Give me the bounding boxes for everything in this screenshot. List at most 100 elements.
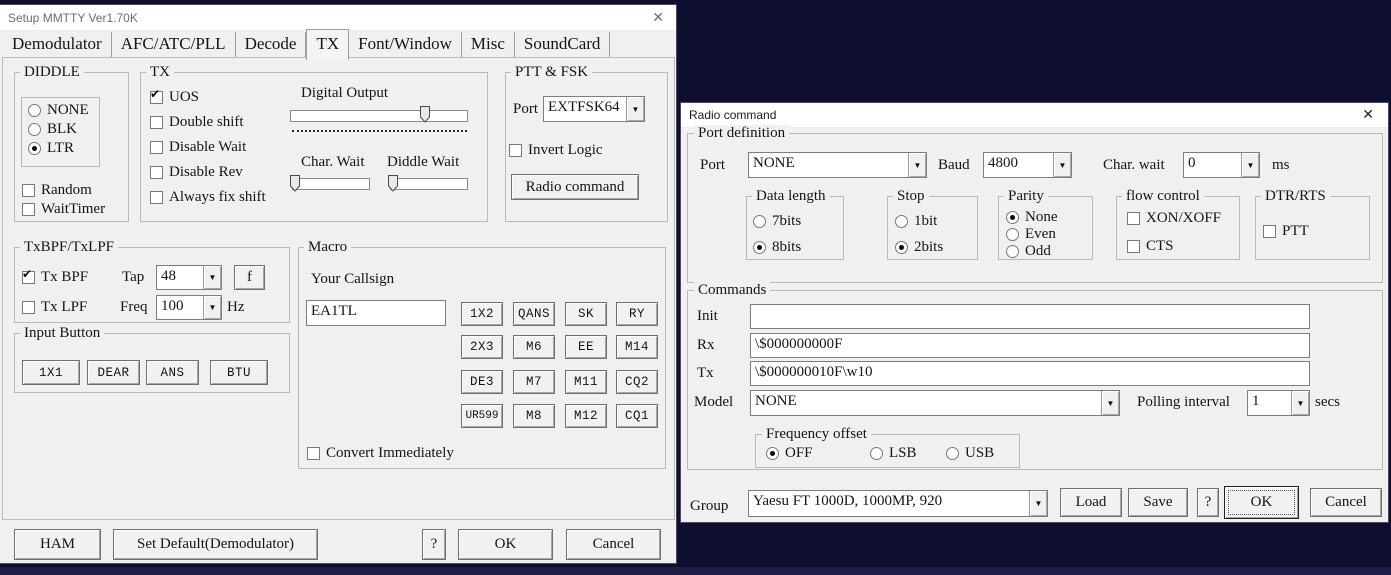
disable-rev-option[interactable]: Disable Rev — [150, 164, 243, 181]
group-combo[interactable]: Yaesu FT 1000D, 1000MP, 920 ▼ — [748, 490, 1048, 517]
macro-cq1-button[interactable]: CQ1 — [616, 404, 658, 428]
radio-help-button[interactable]: ? — [1197, 488, 1219, 517]
digital-output-slider-thumb[interactable] — [420, 106, 430, 123]
macro-m12-button[interactable]: M12 — [565, 404, 607, 428]
char-wait-slider-thumb[interactable] — [290, 175, 300, 192]
macro-dear-button[interactable]: DEAR — [87, 360, 140, 385]
stop-1bit-radio[interactable] — [895, 215, 908, 228]
waittimer-checkbox[interactable] — [22, 203, 35, 216]
dropdown-arrow-icon[interactable]: ▼ — [1101, 391, 1119, 415]
tx-lpf-option[interactable]: Tx LPF — [22, 299, 87, 316]
macro-m14-button[interactable]: M14 — [616, 335, 658, 359]
char-wait-combo[interactable]: 0 ▼ — [1183, 152, 1260, 178]
macro-cq2-button[interactable]: CQ2 — [616, 370, 658, 394]
fsk-port-combo[interactable]: EXTFSK64 ▼ — [543, 96, 645, 122]
macro-btu-button[interactable]: BTU — [210, 360, 268, 385]
radio-command-button[interactable]: Radio command — [511, 174, 639, 200]
dropdown-arrow-icon[interactable]: ▼ — [1029, 491, 1047, 516]
parity-odd-option[interactable]: Odd — [1006, 243, 1051, 260]
invert-logic-option[interactable]: Invert Logic — [509, 142, 603, 159]
data-length-8bits-option[interactable]: 8bits — [753, 239, 801, 256]
diddle-none-radio[interactable] — [28, 104, 41, 117]
disable-wait-checkbox[interactable] — [150, 141, 163, 154]
radio-cancel-button[interactable]: Cancel — [1310, 488, 1382, 517]
tab-afc-atc-pll[interactable]: AFC/ATC/PLL — [112, 32, 236, 58]
ptt-option[interactable]: PTT — [1263, 223, 1309, 240]
data-length-7bits-option[interactable]: 7bits — [753, 213, 801, 230]
random-option[interactable]: Random — [22, 182, 92, 199]
digital-output-slider[interactable] — [290, 110, 468, 122]
tab-decode[interactable]: Decode — [236, 32, 307, 58]
macro-m8-button[interactable]: M8 — [513, 404, 555, 428]
xon-xoff-option[interactable]: XON/XOFF — [1127, 210, 1221, 227]
dropdown-arrow-icon[interactable]: ▼ — [908, 153, 926, 177]
convert-immediately-option[interactable]: Convert Immediately — [307, 445, 454, 462]
freq-offset-lsb-option[interactable]: LSB — [870, 445, 917, 462]
waittimer-option[interactable]: WaitTimer — [22, 201, 105, 218]
random-checkbox[interactable] — [22, 184, 35, 197]
data-length-7bits-radio[interactable] — [753, 215, 766, 228]
dropdown-arrow-icon[interactable]: ▼ — [1241, 153, 1259, 177]
model-combo[interactable]: NONE ▼ — [750, 390, 1120, 416]
parity-none-option[interactable]: None — [1006, 209, 1058, 226]
callsign-input[interactable]: EA1TL — [306, 300, 446, 326]
set-default-button[interactable]: Set Default(Demodulator) — [113, 529, 318, 560]
freq-offset-off-option[interactable]: OFF — [766, 445, 813, 462]
xon-xoff-checkbox[interactable] — [1127, 212, 1140, 225]
dropdown-arrow-icon[interactable]: ▼ — [203, 266, 221, 289]
save-button[interactable]: Save — [1128, 488, 1188, 517]
invert-logic-checkbox[interactable] — [509, 144, 522, 157]
convert-immediately-checkbox[interactable] — [307, 447, 320, 460]
close-icon[interactable]: ✕ — [652, 9, 664, 26]
disable-rev-checkbox[interactable] — [150, 166, 163, 179]
macro-1x2-button[interactable]: 1X2 — [461, 302, 503, 326]
radio-ok-button[interactable]: OK — [1224, 486, 1299, 519]
double-shift-option[interactable]: Double shift — [150, 114, 244, 131]
ok-button[interactable]: OK — [458, 529, 553, 560]
tab-tx[interactable]: TX — [306, 29, 350, 60]
stop-1bit-option[interactable]: 1bit — [895, 213, 937, 230]
diddle-ltr-radio[interactable] — [28, 142, 41, 155]
freq-offset-usb-option[interactable]: USB — [946, 445, 994, 462]
always-fix-shift-option[interactable]: Always fix shift — [150, 189, 266, 206]
stop-2bits-radio[interactable] — [895, 241, 908, 254]
diddle-blk-option[interactable]: BLK — [28, 121, 77, 138]
dropdown-arrow-icon[interactable]: ▼ — [203, 296, 221, 319]
help-button[interactable]: ? — [422, 529, 446, 560]
cancel-button[interactable]: Cancel — [566, 529, 661, 560]
dropdown-arrow-icon[interactable]: ▼ — [1053, 153, 1071, 177]
diddle-wait-slider-thumb[interactable] — [388, 175, 398, 192]
parity-even-option[interactable]: Even — [1006, 226, 1056, 243]
diddle-ltr-option[interactable]: LTR — [28, 140, 74, 157]
always-fix-shift-checkbox[interactable] — [150, 191, 163, 204]
init-input[interactable] — [750, 304, 1310, 329]
load-button[interactable]: Load — [1060, 488, 1122, 517]
cts-option[interactable]: CTS — [1127, 238, 1174, 255]
parity-even-radio[interactable] — [1006, 228, 1019, 241]
f-button[interactable]: f — [234, 265, 265, 290]
macro-ry-button[interactable]: RY — [616, 302, 658, 326]
macro-m7-button[interactable]: M7 — [513, 370, 555, 394]
parity-none-radio[interactable] — [1006, 211, 1019, 224]
cts-checkbox[interactable] — [1127, 240, 1140, 253]
freq-combo[interactable]: 100 ▼ — [156, 295, 222, 320]
macro-m6-button[interactable]: M6 — [513, 335, 555, 359]
tab-misc[interactable]: Misc — [462, 32, 515, 58]
tab-demodulator[interactable]: Demodulator — [3, 32, 112, 58]
macro-2x3-button[interactable]: 2X3 — [461, 335, 503, 359]
diddle-none-option[interactable]: NONE — [28, 102, 89, 119]
diddle-wait-slider[interactable] — [390, 178, 468, 190]
freq-offset-usb-radio[interactable] — [946, 447, 959, 460]
baud-combo[interactable]: 4800 ▼ — [983, 152, 1072, 178]
diddle-blk-radio[interactable] — [28, 123, 41, 136]
tap-combo[interactable]: 48 ▼ — [156, 265, 222, 290]
macro-ur599-button[interactable]: UR599 — [461, 404, 503, 428]
dropdown-arrow-icon[interactable]: ▼ — [626, 97, 644, 121]
macro-1x1-button[interactable]: 1X1 — [22, 360, 80, 385]
macro-qans-button[interactable]: QANS — [513, 302, 555, 326]
stop-2bits-option[interactable]: 2bits — [895, 239, 943, 256]
macro-m11-button[interactable]: M11 — [565, 370, 607, 394]
tx-input[interactable]: \$000000010F\w10 — [750, 361, 1310, 386]
parity-odd-radio[interactable] — [1006, 245, 1019, 258]
tab-soundcard[interactable]: SoundCard — [515, 32, 611, 58]
